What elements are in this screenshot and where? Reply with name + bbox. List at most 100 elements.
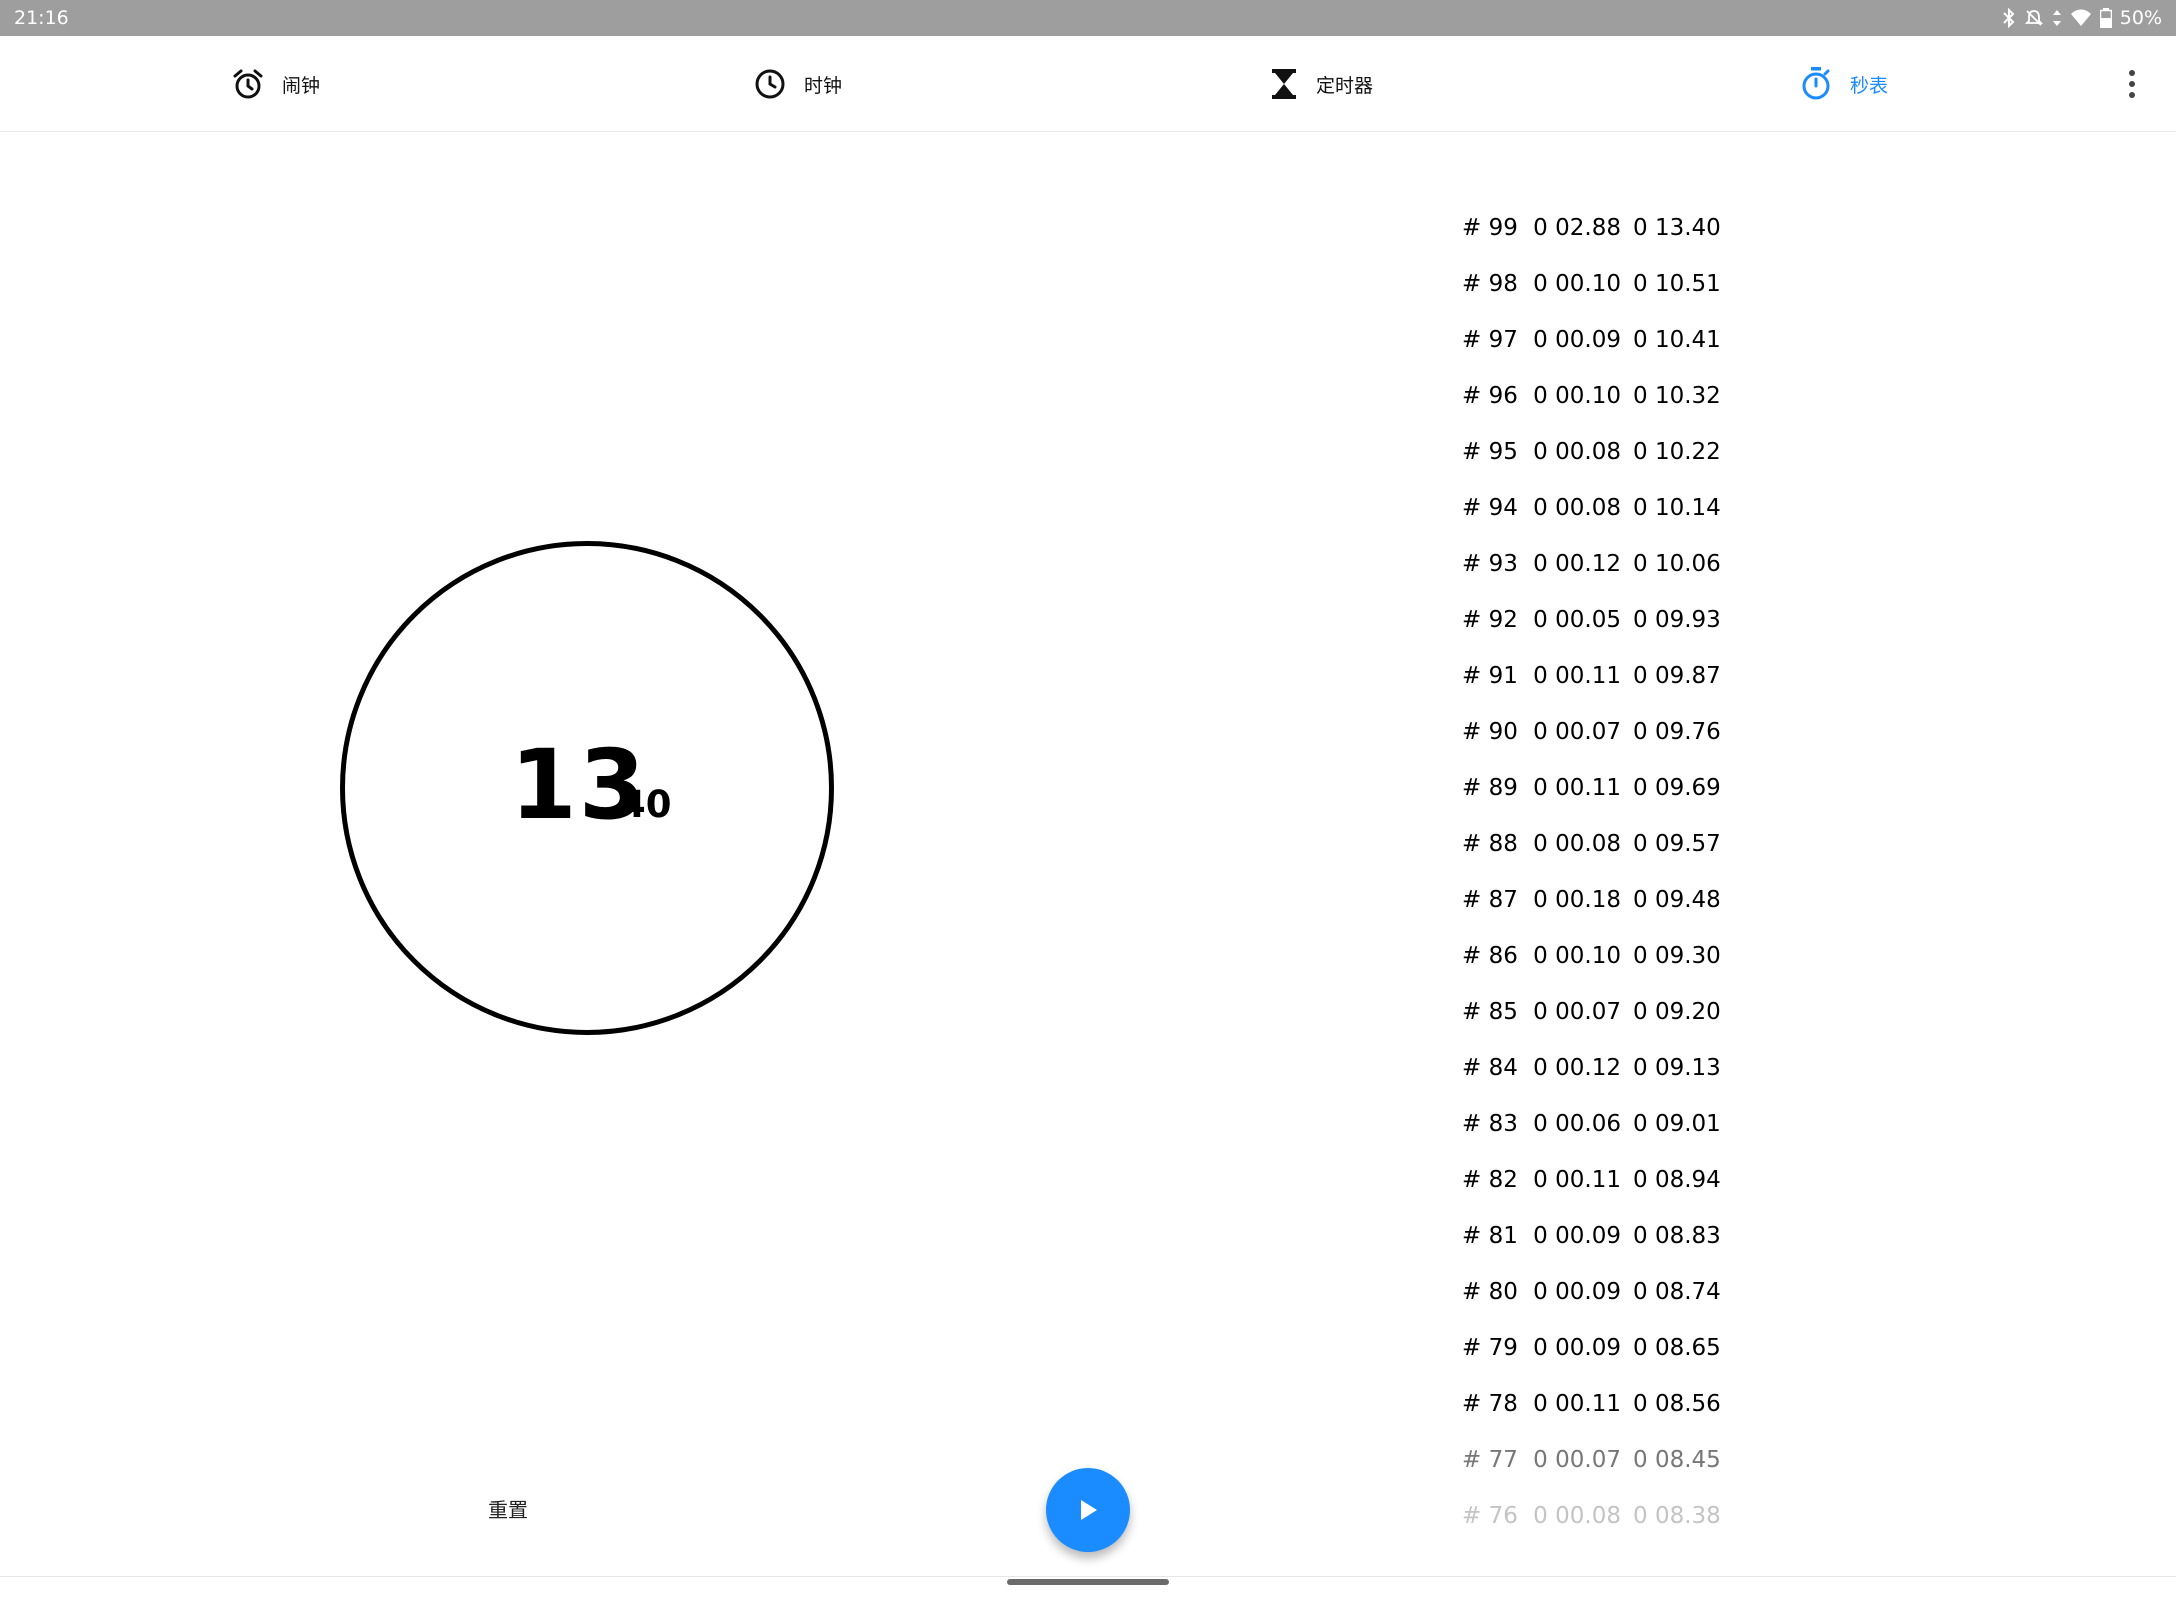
clock-icon: [755, 69, 785, 99]
elapsed-hundredths: 40: [620, 783, 672, 826]
lap-row: # 95 0 00.08 0 10.22: [1462, 424, 1722, 480]
lap-total-time: 0 09.76: [1633, 719, 1721, 745]
lap-total-time: 0 10.14: [1633, 495, 1721, 521]
lap-total-time: 0 13.40: [1633, 215, 1721, 241]
lap-total-time: 0 09.87: [1633, 663, 1721, 689]
home-indicator[interactable]: [1007, 1579, 1169, 1585]
lap-total-time: 0 09.01: [1633, 1111, 1721, 1137]
lap-row: # 83 0 00.06 0 09.01: [1462, 1096, 1722, 1152]
lap-number: # 96: [1462, 383, 1518, 409]
tab-timer-label: 定时器: [1316, 74, 1374, 97]
lap-total-time: 0 09.13: [1633, 1055, 1721, 1081]
lap-row: # 77 0 00.07 0 08.45: [1462, 1432, 1722, 1488]
tab-alarm-label: 闹钟: [282, 74, 321, 97]
lap-row: # 94 0 00.08 0 10.14: [1462, 480, 1722, 536]
lap-row: # 90 0 00.07 0 09.76: [1462, 704, 1722, 760]
lap-number: # 91: [1462, 663, 1518, 689]
lap-split-time: 0 00.11: [1533, 663, 1621, 689]
lap-number: # 94: [1462, 495, 1518, 521]
tab-clock[interactable]: 时钟: [754, 66, 842, 102]
lap-split-time: 0 00.12: [1533, 1055, 1621, 1081]
lap-split-time: 0 00.07: [1533, 719, 1621, 745]
bottom-divider: [0, 1576, 2176, 1577]
lap-row: # 80 0 00.09 0 08.74: [1462, 1264, 1722, 1320]
lap-split-time: 0 00.07: [1533, 999, 1621, 1025]
lap-number: # 89: [1462, 775, 1518, 801]
lap-total-time: 0 08.94: [1633, 1167, 1721, 1193]
lap-number: # 76: [1462, 1503, 1518, 1529]
lap-split-time: 0 00.06: [1533, 1111, 1621, 1137]
tab-bar: 闹钟 时钟 定时器 秒表: [0, 36, 2176, 132]
lap-number: # 87: [1462, 887, 1518, 913]
lap-total-time: 0 09.69: [1633, 775, 1721, 801]
lap-split-time: 0 00.09: [1533, 1335, 1621, 1361]
menu-dot: [2129, 70, 2135, 76]
lap-total-time: 0 08.83: [1633, 1223, 1721, 1249]
wifi-icon: [2070, 9, 2091, 26]
lap-split-time: 0 00.10: [1533, 383, 1621, 409]
lap-split-time: 0 00.09: [1533, 1279, 1621, 1305]
lap-total-time: 0 09.48: [1633, 887, 1721, 913]
lap-total-time: 0 09.30: [1633, 943, 1721, 969]
status-icons: 50%: [2002, 7, 2162, 29]
lap-split-time: 0 00.09: [1533, 1223, 1621, 1249]
lap-row: # 82 0 00.11 0 08.94: [1462, 1152, 1722, 1208]
status-time: 21:16: [14, 7, 69, 29]
battery-icon: [2099, 8, 2112, 28]
lap-row: # 98 0 00.10 0 10.51: [1462, 256, 1722, 312]
lap-total-time: 0 08.45: [1633, 1447, 1721, 1473]
lap-total-time: 0 08.38: [1633, 1503, 1721, 1529]
lap-number: # 80: [1462, 1279, 1518, 1305]
lap-number: # 77: [1462, 1447, 1518, 1473]
reset-button[interactable]: 重置: [488, 1494, 528, 1526]
lap-list[interactable]: # 99 0 02.88 0 13.40 # 98 0 00.10 0 10.51 # 97…: [1462, 200, 1722, 1544]
data-arrows-icon: [2052, 10, 2061, 26]
more-options-icon[interactable]: [2116, 66, 2148, 102]
status-bar: 21:16 50%: [0, 0, 2176, 36]
tab-clock-label: 时钟: [804, 74, 843, 97]
lap-number: # 85: [1462, 999, 1518, 1025]
lap-row: # 91 0 00.11 0 09.87: [1462, 648, 1722, 704]
lap-split-time: 0 00.08: [1533, 1503, 1621, 1529]
lap-number: # 95: [1462, 439, 1518, 465]
lap-split-time: 0 00.10: [1533, 943, 1621, 969]
lap-row: # 78 0 00.11 0 08.56: [1462, 1376, 1722, 1432]
alarm-icon: [233, 69, 263, 99]
lap-number: # 90: [1462, 719, 1518, 745]
battery-percent: 50%: [2119, 7, 2162, 29]
play-button[interactable]: [1046, 1468, 1130, 1552]
tab-timer[interactable]: 定时器: [1270, 66, 1373, 102]
lap-total-time: 0 10.32: [1633, 383, 1721, 409]
lap-number: # 92: [1462, 607, 1518, 633]
lap-number: # 93: [1462, 551, 1518, 577]
bluetooth-icon: [2003, 8, 2015, 28]
lap-row: # 86 0 00.10 0 09.30: [1462, 928, 1722, 984]
lap-total-time: 0 10.06: [1633, 551, 1721, 577]
lap-split-time: 0 00.05: [1533, 607, 1621, 633]
lap-row: # 84 0 00.12 0 09.13: [1462, 1040, 1722, 1096]
lap-row: # 81 0 00.09 0 08.83: [1462, 1208, 1722, 1264]
lap-number: # 99: [1462, 215, 1518, 241]
lap-row: # 89 0 00.11 0 09.69: [1462, 760, 1722, 816]
lap-total-time: 0 08.65: [1633, 1335, 1721, 1361]
lap-split-time: 0 00.12: [1533, 551, 1621, 577]
lap-split-time: 0 00.08: [1533, 439, 1621, 465]
lap-number: # 84: [1462, 1055, 1518, 1081]
lap-split-time: 0 00.10: [1533, 271, 1621, 297]
lap-split-time: 0 00.18: [1533, 887, 1621, 913]
tab-stopwatch-label: 秒表: [1850, 74, 1889, 97]
notifications-off-icon: [2024, 10, 2043, 26]
lap-number: # 81: [1462, 1223, 1518, 1249]
tab-alarm[interactable]: 闹钟: [232, 66, 320, 102]
lap-split-time: 0 00.07: [1533, 1447, 1621, 1473]
lap-number: # 98: [1462, 271, 1518, 297]
lap-total-time: 0 10.41: [1633, 327, 1721, 353]
stopwatch-icon: [1802, 67, 1830, 100]
menu-dot: [2129, 81, 2135, 87]
tab-stopwatch[interactable]: 秒表: [1800, 66, 1888, 102]
lap-row: # 97 0 00.09 0 10.41: [1462, 312, 1722, 368]
lap-split-time: 0 00.11: [1533, 1167, 1621, 1193]
hourglass-icon: [1272, 69, 1296, 99]
lap-split-time: 0 00.08: [1533, 495, 1621, 521]
lap-number: # 78: [1462, 1391, 1518, 1417]
